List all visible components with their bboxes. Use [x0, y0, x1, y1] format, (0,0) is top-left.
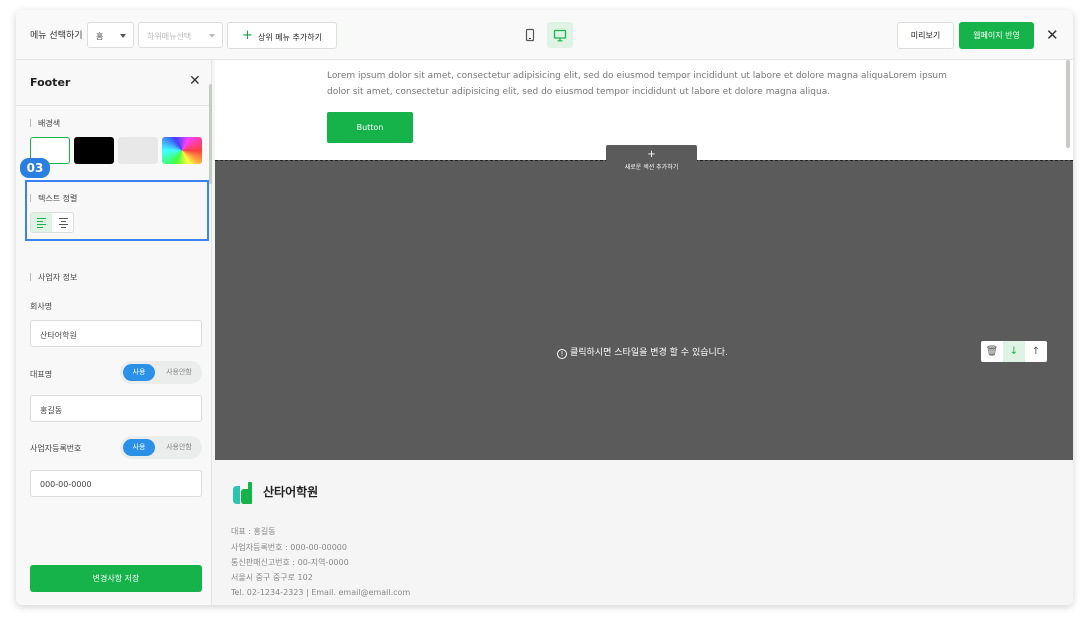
- align-left-icon: [37, 218, 46, 228]
- footer-mail-order: 통신판매신고번호 : 00-지역-0000: [231, 558, 349, 567]
- text-align-group: [30, 212, 74, 233]
- sub-menu-placeholder: 하위메뉴선택: [147, 32, 192, 41]
- arrow-up-icon: ↑: [1031, 346, 1041, 357]
- bg-color-label: 배경색: [30, 118, 60, 129]
- biz-info-label: 사업자 정보: [30, 272, 77, 283]
- align-center-icon: [59, 218, 68, 228]
- move-down-button[interactable]: ↓: [1003, 341, 1025, 362]
- ceo-toggle[interactable]: 사용 사용안함: [120, 361, 202, 384]
- brand-name: 산타어학원: [263, 485, 319, 499]
- custom-color-picker[interactable]: [162, 137, 202, 164]
- regno-toggle[interactable]: 사용 사용안함: [120, 436, 202, 459]
- panel-scrollbar[interactable]: [209, 84, 212, 184]
- save-changes-button[interactable]: 변경사항 저장: [30, 565, 202, 592]
- move-up-button[interactable]: ↑: [1025, 341, 1047, 362]
- chevron-down-icon: [120, 34, 126, 38]
- content-button[interactable]: Button: [327, 112, 413, 143]
- chevron-down-icon: [209, 34, 215, 38]
- panel-divider: [16, 105, 212, 106]
- add-section-label: 새로운 섹션 추가하기: [624, 164, 679, 171]
- footer-preview: 산타어학원 대표 : 홍길동 사업자등록번호 : 000-00-00000 통신…: [215, 460, 1073, 605]
- regno-field[interactable]: 000-00-0000: [30, 470, 202, 497]
- menu-select-label: 메뉴 선택하기: [30, 31, 83, 41]
- top-menu-value: 홈: [96, 32, 104, 41]
- align-left-button[interactable]: [31, 213, 52, 232]
- mobile-icon: [525, 28, 535, 42]
- close-icon[interactable]: ✕: [1046, 26, 1059, 44]
- ceo-label: 대표명: [30, 370, 53, 379]
- settings-panel: Footer ✕ 배경색 03 텍스트 정렬 사업자 정보 회사명 산타어학원 …: [16, 60, 212, 605]
- editor-window: 메뉴 선택하기 홈 하위메뉴선택 + 상위 메뉴 추가하기 미리보기 웹페이지 …: [16, 10, 1073, 605]
- footer-ceo: 대표 : 홍길동: [231, 527, 276, 536]
- plus-icon: +: [242, 28, 253, 43]
- step-badge: 03: [20, 158, 50, 178]
- company-label: 회사명: [30, 302, 53, 311]
- desktop-icon: [553, 29, 567, 42]
- preview-button[interactable]: 미리보기: [897, 22, 954, 49]
- canvas-scrollbar[interactable]: [1066, 60, 1070, 148]
- footer-regno: 사업자등록번호 : 000-00-00000: [231, 543, 347, 552]
- swatch-grey[interactable]: [118, 137, 158, 164]
- publish-button[interactable]: 웹페이지 반영: [959, 22, 1034, 49]
- desktop-view-button[interactable]: [547, 22, 573, 48]
- footer-style-section[interactable]: ! 클릭하시면 스타일을 변경 할 수 있습니다. 🗑 ↓ ↑: [215, 160, 1073, 460]
- toggle-on[interactable]: 사용: [123, 439, 155, 456]
- top-menu-select[interactable]: 홈: [87, 22, 134, 48]
- plus-icon: +: [647, 149, 656, 160]
- section-tools: 🗑 ↓ ↑: [981, 341, 1047, 362]
- company-field[interactable]: 산타어학원: [30, 320, 202, 347]
- info-icon: !: [557, 349, 567, 359]
- footer-contact: Tel. 02-1234-2323 | Email. email@email.c…: [231, 588, 411, 597]
- add-top-menu-label: 상위 메뉴 추가하기: [258, 33, 322, 42]
- top-bar: 메뉴 선택하기 홈 하위메뉴선택 + 상위 메뉴 추가하기 미리보기 웹페이지 …: [16, 10, 1073, 60]
- add-top-menu-button[interactable]: + 상위 메뉴 추가하기: [227, 22, 337, 49]
- delete-section-button[interactable]: 🗑: [981, 341, 1003, 362]
- arrow-down-icon: ↓: [1009, 346, 1019, 357]
- click-to-style-message: ! 클릭하시면 스타일을 변경 할 수 있습니다.: [557, 345, 728, 359]
- toggle-on[interactable]: 사용: [123, 364, 155, 381]
- align-center-button[interactable]: [53, 213, 74, 232]
- add-section-button[interactable]: + 새로운 섹션 추가하기: [606, 145, 697, 179]
- footer-address: 서울시 중구 중구로 102: [231, 573, 313, 582]
- trash-icon: 🗑: [985, 346, 999, 357]
- panel-title: Footer: [30, 76, 71, 89]
- sub-menu-select[interactable]: 하위메뉴선택: [138, 22, 223, 48]
- click-message-text: 클릭하시면 스타일을 변경 할 수 있습니다.: [570, 348, 728, 358]
- lorem-text: Lorem ipsum dolor sit amet, consectetur …: [327, 71, 947, 97]
- page-canvas: Lorem ipsum dolor sit amet, consectetur …: [215, 60, 1073, 605]
- mobile-view-button[interactable]: [517, 22, 543, 48]
- close-icon[interactable]: ✕: [189, 73, 201, 89]
- toggle-off[interactable]: 사용안함: [160, 364, 198, 381]
- ceo-field[interactable]: 홍길동: [30, 395, 202, 422]
- toggle-off[interactable]: 사용안함: [160, 439, 198, 456]
- swatch-black[interactable]: [74, 137, 114, 164]
- brand-logo-icon: [233, 482, 252, 504]
- regno-label: 사업자등록번호: [30, 444, 82, 453]
- text-align-label: 텍스트 정렬: [30, 193, 77, 204]
